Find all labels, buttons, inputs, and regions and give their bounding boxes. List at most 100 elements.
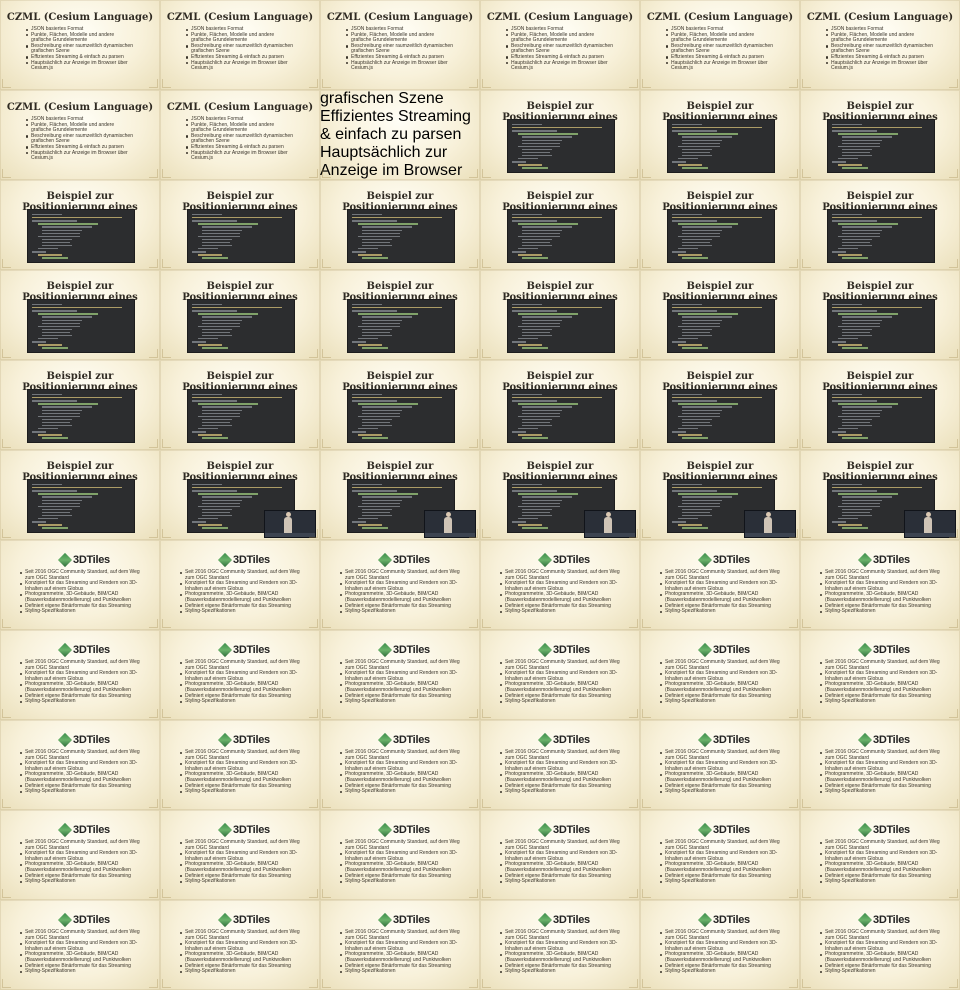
code-line bbox=[32, 251, 46, 253]
slide-thumbnail[interactable]: CZML (Cesium Language) JSON basiertes For… bbox=[0, 0, 160, 90]
code-line bbox=[42, 241, 70, 244]
slide-thumbnail[interactable]: 3DTiles Seit 2016 OGC Community Standard,… bbox=[320, 900, 480, 990]
code-line bbox=[358, 415, 400, 418]
code-line bbox=[842, 409, 882, 411]
slide-thumbnail[interactable]: Beispiel zur Positionierung eines Punkte… bbox=[640, 180, 800, 270]
slide-thumbnail[interactable]: Beispiel zur Positionierung eines Punkte… bbox=[800, 270, 960, 360]
slide-thumbnail[interactable]: 3DTiles Seit 2016 OGC Community Standard,… bbox=[480, 810, 640, 900]
slide-thumbnail[interactable]: Beispiel zur Positionierung eines Punkte… bbox=[160, 360, 320, 450]
logo-text: 3DTiles bbox=[73, 644, 110, 656]
bullet-list: JSON basiertes Format Punkte, Flächen, Mo… bbox=[186, 26, 294, 72]
slide-thumbnail[interactable]: Beispiel zur Positionierung eines Punkte… bbox=[320, 270, 480, 360]
slide-thumbnail[interactable]: CZML (Cesium Language) JSON basiertes For… bbox=[320, 0, 480, 90]
slide-thumbnail[interactable]: CZML (Cesium Language) JSON basiertes For… bbox=[480, 0, 640, 90]
code-line bbox=[202, 232, 240, 234]
corner-ornament bbox=[149, 709, 158, 718]
slide-thumbnail[interactable]: 3DTiles Seit 2016 OGC Community Standard,… bbox=[800, 810, 960, 900]
slide-thumbnail[interactable]: 3DTiles Seit 2016 OGC Community Standard,… bbox=[640, 540, 800, 630]
slide-thumbnail[interactable]: 3DTiles Seit 2016 OGC Community Standard,… bbox=[0, 540, 160, 630]
slide-thumbnail[interactable]: 3DTiles Seit 2016 OGC Community Standard,… bbox=[480, 900, 640, 990]
slide-thumbnail[interactable]: Beispiel zur Positionierung eines Punkte… bbox=[640, 90, 800, 180]
slide-thumbnail[interactable]: Beispiel zur Positionierung eines Punkte… bbox=[800, 450, 960, 540]
slide-thumbnail[interactable]: Beispiel zur Positionierung eines Punkte… bbox=[0, 450, 160, 540]
code-line bbox=[362, 238, 392, 241]
slide-thumbnail[interactable]: 3DTiles Seit 2016 OGC Community Standard,… bbox=[160, 810, 320, 900]
slide-thumbnail[interactable]: 3DTiles Seit 2016 OGC Community Standard,… bbox=[160, 540, 320, 630]
slide-thumbnail[interactable]: CZML (Cesium Language) JSON basiertes For… bbox=[800, 0, 960, 90]
code-line bbox=[832, 214, 862, 216]
slide-thumbnail[interactable]: Beispiel zur Positionierung eines Punkte… bbox=[160, 270, 320, 360]
slide-thumbnail[interactable]: Beispiel zur Positionierung eines Punkte… bbox=[480, 450, 640, 540]
code-line bbox=[682, 515, 712, 517]
code-line bbox=[522, 425, 552, 427]
slide-thumbnail[interactable]: 3DTiles Seit 2016 OGC Community Standard,… bbox=[320, 540, 480, 630]
slide-thumbnail[interactable]: 3DTiles Seit 2016 OGC Community Standard,… bbox=[800, 630, 960, 720]
code-line bbox=[838, 524, 862, 526]
slide-thumbnail[interactable]: Beispiel zur Positionierung eines Punkte… bbox=[480, 90, 640, 180]
slide-thumbnail[interactable]: 3DTiles Seit 2016 OGC Community Standard,… bbox=[160, 720, 320, 810]
code-line bbox=[518, 313, 578, 315]
slide-thumbnail[interactable]: 3DTiles Seit 2016 OGC Community Standard,… bbox=[320, 720, 480, 810]
code-line bbox=[352, 310, 397, 312]
slide-thumbnail[interactable]: Beispiel zur Positionierung eines Punkte… bbox=[320, 180, 480, 270]
slide-thumbnail[interactable]: 3DTiles Seit 2016 OGC Community Standard,… bbox=[0, 630, 160, 720]
slide-thumbnail[interactable]: Beispiel zur Positionierung eines Punkte… bbox=[320, 450, 480, 540]
slide-thumbnail[interactable]: 3DTiles Seit 2016 OGC Community Standard,… bbox=[0, 720, 160, 810]
slide-thumbnail[interactable]: Beispiel zur Positionierung eines Punkte… bbox=[160, 180, 320, 270]
slide-thumbnail[interactable]: Beispiel zur Positionierung eines Punkte… bbox=[0, 360, 160, 450]
slide-thumbnail[interactable]: 3DTiles Seit 2016 OGC Community Standard,… bbox=[640, 630, 800, 720]
code-block bbox=[347, 209, 455, 263]
slide-thumbnail[interactable]: 3DTiles Seit 2016 OGC Community Standard,… bbox=[0, 900, 160, 990]
slide-thumbnail[interactable]: grafischen Szene Effizientes Streaming & … bbox=[320, 90, 480, 180]
slide-thumbnail[interactable]: 3DTiles Seit 2016 OGC Community Standard,… bbox=[160, 630, 320, 720]
cube-icon bbox=[217, 912, 233, 928]
slide-thumbnail[interactable]: 3DTiles Seit 2016 OGC Community Standard,… bbox=[800, 900, 960, 990]
slide-thumbnail[interactable]: Beispiel zur Positionierung eines Punkte… bbox=[480, 180, 640, 270]
slide-thumbnail[interactable]: 3DTiles Seit 2016 OGC Community Standard,… bbox=[480, 540, 640, 630]
slide-thumbnail[interactable]: Beispiel zur Positionierung eines Punkte… bbox=[640, 450, 800, 540]
slide-thumbnail[interactable]: Beispiel zur Positionierung eines Punkte… bbox=[320, 360, 480, 450]
speaker-figure bbox=[764, 512, 772, 533]
slide-thumbnail[interactable]: 3DTiles Seit 2016 OGC Community Standard,… bbox=[800, 720, 960, 810]
code-line bbox=[362, 409, 402, 411]
slide-thumbnail[interactable]: Beispiel zur Positionierung eines Punkte… bbox=[800, 180, 960, 270]
cube-icon bbox=[697, 642, 713, 658]
slide-thumbnail[interactable]: 3DTiles Seit 2016 OGC Community Standard,… bbox=[0, 810, 160, 900]
corner-ornament bbox=[322, 979, 331, 988]
slide-thumbnail[interactable]: 3DTiles Seit 2016 OGC Community Standard,… bbox=[640, 900, 800, 990]
corner-ornament bbox=[469, 529, 478, 538]
slide-thumbnail[interactable]: CZML (Cesium Language) JSON basiertes For… bbox=[0, 90, 160, 180]
slide-thumbnail[interactable]: Beispiel zur Positionierung eines Punkte… bbox=[480, 360, 640, 450]
slide-thumbnail[interactable]: Beispiel zur Positionierung eines Punkte… bbox=[480, 270, 640, 360]
bullet-item: Photogrammetrie, 3D-Gebäude, BIM/CAD (Ba… bbox=[340, 862, 460, 873]
slide-thumbnail[interactable]: Beispiel zur Positionierung eines Punkte… bbox=[640, 270, 800, 360]
slide-thumbnail[interactable]: 3DTiles Seit 2016 OGC Community Standard,… bbox=[320, 810, 480, 900]
slide-thumbnail[interactable]: Beispiel zur Positionierung eines Punkte… bbox=[0, 270, 160, 360]
code-line bbox=[518, 223, 578, 225]
code-line bbox=[352, 307, 442, 309]
3dtiles-logo: 3DTiles bbox=[377, 732, 430, 748]
code-line bbox=[358, 518, 378, 520]
code-line bbox=[42, 437, 68, 439]
slide-thumbnail[interactable]: 3DTiles Seit 2016 OGC Community Standard,… bbox=[640, 720, 800, 810]
code-line bbox=[832, 487, 922, 489]
slide-thumbnail[interactable]: CZML (Cesium Language) JSON basiertes For… bbox=[640, 0, 800, 90]
code-line bbox=[682, 226, 732, 228]
slide-thumbnail[interactable]: 3DTiles Seit 2016 OGC Community Standard,… bbox=[640, 810, 800, 900]
slide-thumbnail[interactable]: 3DTiles Seit 2016 OGC Community Standard,… bbox=[800, 540, 960, 630]
slide-thumbnail[interactable]: 3DTiles Seit 2016 OGC Community Standard,… bbox=[160, 900, 320, 990]
fading-bullets: grafischen Szene Effizientes Streaming & … bbox=[320, 90, 480, 180]
slide-thumbnail[interactable]: Beispiel zur Positionierung eines Punkte… bbox=[0, 180, 160, 270]
slide-thumbnail[interactable]: Beispiel zur Positionierung eines Punkte… bbox=[800, 90, 960, 180]
slide-thumbnail[interactable]: 3DTiles Seit 2016 OGC Community Standard,… bbox=[480, 720, 640, 810]
code-line bbox=[842, 226, 892, 228]
code-line bbox=[838, 518, 858, 520]
slide-thumbnail[interactable]: CZML (Cesium Language) JSON basiertes For… bbox=[160, 90, 320, 180]
slide-thumbnail[interactable]: Beispiel zur Positionierung eines Punkte… bbox=[800, 360, 960, 450]
slide-thumbnail[interactable]: Beispiel zur Positionierung eines Punkte… bbox=[640, 360, 800, 450]
slide-thumbnail[interactable]: CZML (Cesium Language) JSON basiertes For… bbox=[160, 0, 320, 90]
slide-thumbnail[interactable]: Beispiel zur Positionierung eines Punkte… bbox=[160, 450, 320, 540]
slide-thumbnail[interactable]: 3DTiles Seit 2016 OGC Community Standard,… bbox=[320, 630, 480, 720]
bullet-item: Styling-Spezifikationen bbox=[20, 699, 140, 705]
slide-thumbnail[interactable]: 3DTiles Seit 2016 OGC Community Standard,… bbox=[480, 630, 640, 720]
